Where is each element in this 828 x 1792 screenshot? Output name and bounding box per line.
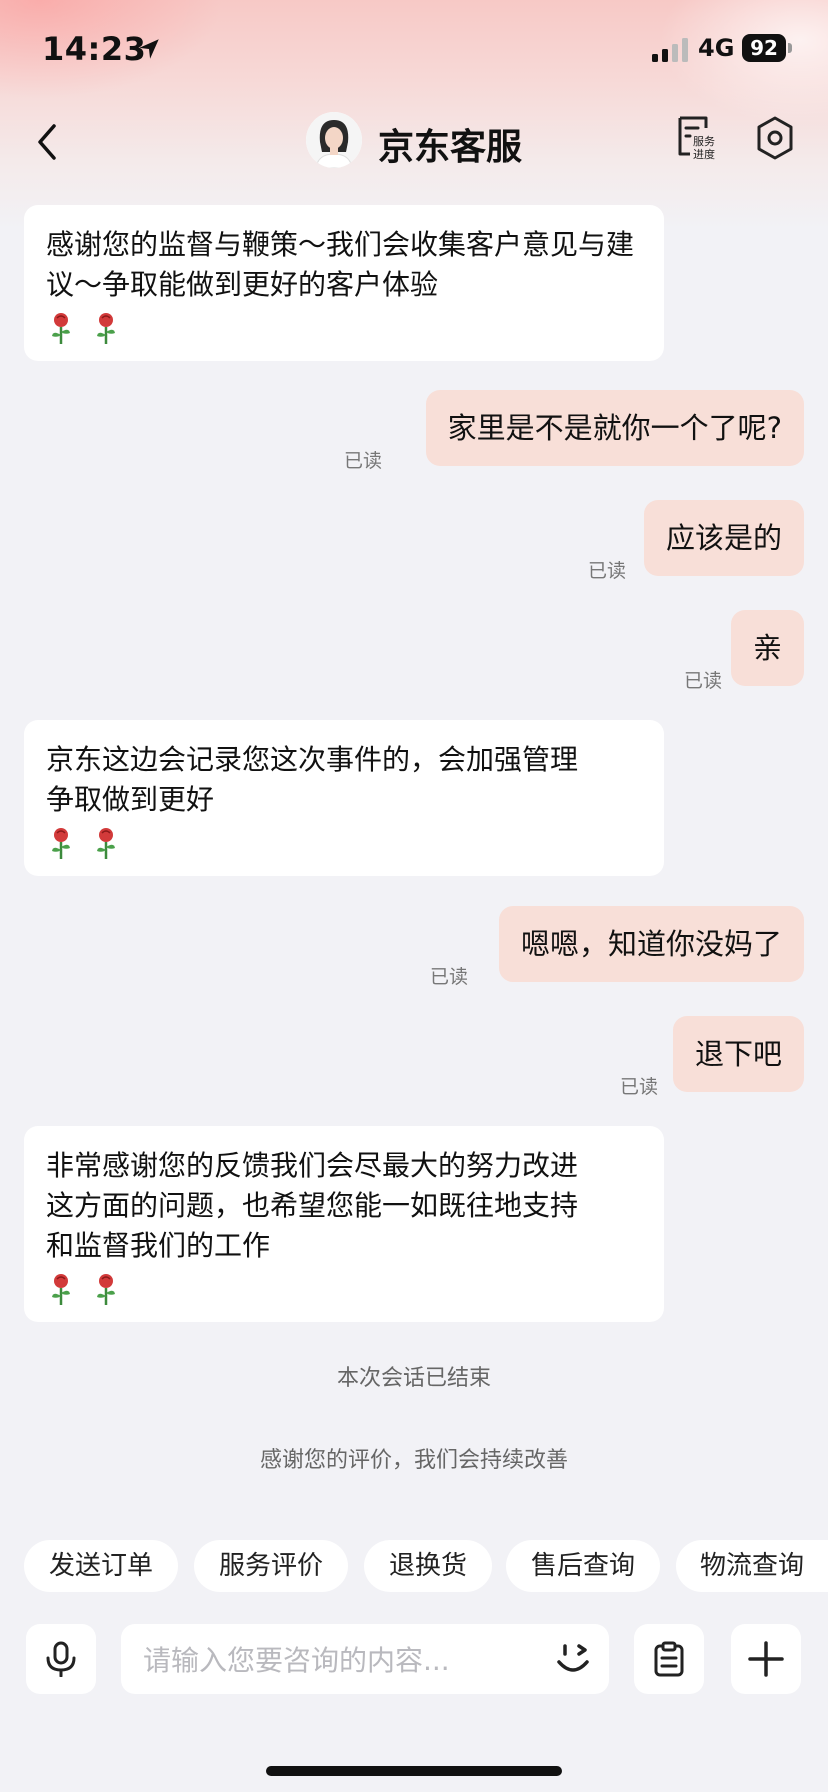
session-ended-notice: 本次会话已结束 [336, 1366, 491, 1391]
more-button[interactable] [731, 1624, 801, 1694]
message-text: 退下吧 [694, 1037, 782, 1071]
message-agent: 非常感谢您的反馈我们会尽最大的努力改进这方面的问题，也希望您能一如既往地支持和监… [24, 1126, 664, 1322]
message-input[interactable] [141, 1624, 545, 1696]
message-text: 感谢您的监督与鞭策～我们会收集客户意见与建议～争取能做到更好的客户体验 [46, 228, 635, 301]
emoji-wink-icon[interactable] [551, 1638, 595, 1680]
message-bubble: 京东这边会记录您这次事件的，会加强管理争取做到更好 [24, 720, 664, 876]
quick-action-after-sales[interactable]: 售后查询 [506, 1540, 660, 1592]
chevron-left-icon[interactable] [30, 120, 70, 164]
agent-avatar-image [306, 112, 362, 168]
message-user-bubble: 退下吧 [672, 1016, 804, 1092]
battery-indicator: 92 [742, 34, 798, 64]
input-bar [0, 1600, 828, 1792]
quick-action-return-exchange[interactable]: 退换货 [364, 1540, 492, 1592]
status-bar: 14:23 4G 92 [0, 0, 828, 100]
message-user-bubble: 嗯嗯，知道你没妈了 [498, 906, 804, 982]
read-status: 已读 [430, 966, 469, 988]
clipboard-button[interactable] [634, 1624, 704, 1694]
agent-avatar[interactable] [306, 112, 362, 168]
message-text: 非常感谢您的反馈我们会尽最大的努力改进这方面的问题，也希望您能一如既往地支持和监… [46, 1149, 579, 1262]
rose-emoji-row [46, 1268, 644, 1305]
quick-action-service-rating[interactable]: 服务评价 [194, 1540, 348, 1592]
clipboard-icon [654, 1641, 684, 1677]
progress-label-1: 服务 [693, 135, 715, 148]
message-agent: 感谢您的监督与鞭策～我们会收集客户意见与建议～争取能做到更好的客户体验 [24, 205, 664, 361]
status-time: 14:23 [42, 30, 147, 68]
message-agent: 京东这边会记录您这次事件的，会加强管理争取做到更好 [24, 720, 664, 876]
quick-action-logistics[interactable]: 物流查询 [676, 1540, 828, 1592]
rose-emoji-row [46, 822, 644, 859]
voice-button[interactable] [26, 1624, 96, 1694]
quick-action-send-order[interactable]: 发送订单 [24, 1540, 178, 1592]
message-user-bubble: 家里是不是就你一个了呢? [425, 390, 804, 466]
rose-icon [52, 313, 70, 344]
rose-icon [96, 828, 115, 859]
read-status: 已读 [620, 1076, 659, 1098]
message-bubble: 感谢您的监督与鞭策～我们会收集客户意见与建议～争取能做到更好的客户体验 [24, 205, 664, 361]
message-text: 家里是不是就你一个了呢? [447, 411, 782, 445]
microphone-icon [46, 1641, 76, 1677]
progress-label-2: 进度 [693, 147, 715, 161]
home-indicator [266, 1766, 562, 1776]
rose-emoji-row [46, 307, 644, 344]
message-text: 京东这边会记录您这次事件的，会加强管理争取做到更好 [46, 743, 579, 816]
message-user-bubble: 应该是的 [643, 500, 804, 576]
message-user-bubble: 亲 [730, 610, 804, 686]
read-status: 已读 [588, 560, 627, 582]
page-title: 京东客服 [378, 127, 523, 168]
settings-hexagon-icon[interactable] [754, 114, 796, 162]
message-input-box[interactable] [121, 1624, 609, 1696]
message-text: 应该是的 [665, 521, 782, 555]
rose-icon [96, 1274, 115, 1305]
message-bubble: 非常感谢您的反馈我们会尽最大的努力改进这方面的问题，也希望您能一如既往地支持和监… [24, 1126, 664, 1322]
rose-icon [96, 313, 115, 344]
rose-icon [52, 828, 70, 859]
chat-header: 京东客服 服务 进度 [0, 100, 828, 210]
rose-icon [52, 1274, 70, 1305]
read-status: 已读 [684, 670, 723, 692]
battery-level: 92 [742, 34, 786, 62]
rating-thanks-notice: 感谢您的评价，我们会持续改善 [259, 1448, 568, 1473]
message-text: 亲 [752, 631, 782, 665]
service-progress-icon[interactable]: 服务 进度 [674, 114, 722, 162]
cellular-signal-icon [652, 38, 688, 62]
location-arrow-icon [139, 39, 159, 59]
plus-icon [748, 1641, 784, 1677]
read-status: 已读 [344, 450, 383, 472]
network-type: 4G [698, 34, 735, 62]
message-text: 嗯嗯，知道你没妈了 [520, 927, 782, 961]
